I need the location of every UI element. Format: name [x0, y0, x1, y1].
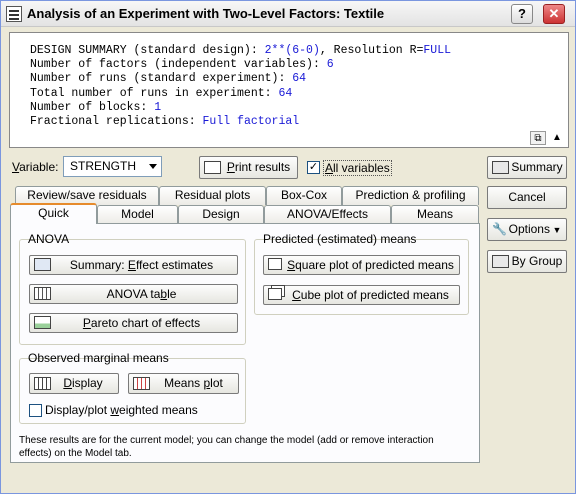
tab-anova-effects[interactable]: ANOVA/Effects: [264, 205, 391, 224]
chevron-down-icon: [149, 164, 157, 169]
dialog-window: Analysis of an Experiment with Two-Level…: [0, 0, 576, 494]
effect-estimates-button[interactable]: Summary: Effect estimates: [29, 255, 238, 275]
all-variables-checkbox[interactable]: ✓: [307, 161, 320, 174]
by-group-button[interactable]: By Group: [487, 250, 567, 273]
display-button[interactable]: Display: [29, 373, 119, 394]
printer-icon: [204, 161, 221, 174]
wrench-icon: 🔧: [492, 222, 507, 236]
anova-group-label: ANOVA: [28, 232, 70, 246]
summary-line-runs: Number of runs (standard experiment): 64: [30, 72, 307, 86]
tab-box-cox[interactable]: Box-Cox: [266, 186, 342, 205]
variable-select[interactable]: STRENGTH: [63, 156, 162, 177]
weighted-means-label: Display/plot weighted means: [45, 403, 198, 417]
help-button[interactable]: ?: [511, 4, 533, 24]
variable-select-value: STRENGTH: [70, 159, 136, 173]
summary-line-blocks: Number of blocks: 1: [30, 100, 162, 114]
table-icon: [34, 377, 51, 390]
copy-icon[interactable]: ⧉: [530, 131, 546, 145]
weighted-means-checkbox[interactable]: [29, 404, 42, 417]
tab-design[interactable]: Design: [178, 205, 264, 224]
means-plot-icon: [133, 377, 150, 390]
summary-line-factors: Number of factors (independent variables…: [30, 58, 334, 72]
pareto-chart-button[interactable]: Pareto chart of effects: [29, 313, 238, 333]
tab-model[interactable]: Model: [97, 205, 178, 224]
title-bar: Analysis of an Experiment with Two-Level…: [1, 1, 575, 27]
square-plot-button[interactable]: Square plot of predicted means: [263, 255, 460, 275]
options-button[interactable]: 🔧 Options ▼: [487, 218, 567, 241]
tab-means[interactable]: Means: [391, 205, 479, 224]
print-results-button[interactable]: Print results: [199, 156, 298, 179]
pareto-chart-icon: [34, 316, 51, 329]
spreadsheet-icon: [34, 258, 51, 271]
cancel-button[interactable]: Cancel: [487, 186, 567, 209]
summary-line-replications: Fractional replications: Full factorial: [30, 115, 300, 129]
summary-line-total-runs: Total number of runs in experiment: 64: [30, 86, 293, 100]
collapse-icon[interactable]: ▲: [549, 131, 565, 145]
tab-quick[interactable]: Quick: [10, 203, 97, 224]
observed-means-group-label: Observed marginal means: [28, 351, 169, 365]
tab-prediction-profiling[interactable]: Prediction & profiling: [342, 186, 479, 205]
close-button[interactable]: ✕: [543, 4, 565, 24]
summary-line-design: DESIGN SUMMARY (standard design): 2**(6-…: [30, 44, 451, 57]
tab-residual-plots[interactable]: Residual plots: [159, 186, 266, 205]
variable-label: Variable:: [12, 160, 59, 174]
design-summary-box: DESIGN SUMMARY (standard design): 2**(6-…: [9, 32, 569, 148]
anova-table-button[interactable]: ANOVA table: [29, 284, 238, 304]
all-variables-label: All variables: [323, 160, 392, 176]
group-icon: [492, 255, 509, 268]
cube-plot-icon: [268, 288, 282, 300]
table-icon: [34, 287, 51, 300]
model-note: These results are for the current model;…: [19, 435, 434, 459]
square-plot-icon: [268, 258, 282, 270]
cube-plot-button[interactable]: Cube plot of predicted means: [263, 285, 460, 305]
window-title: Analysis of an Experiment with Two-Level…: [27, 6, 385, 21]
summary-table-icon: [492, 161, 509, 174]
means-plot-button[interactable]: Means plot: [128, 373, 239, 394]
summary-button[interactable]: Summary: [487, 156, 567, 179]
predicted-means-group-label: Predicted (estimated) means: [263, 232, 417, 246]
tab-row-front: Quick Model Design ANOVA/Effects Means: [10, 203, 480, 224]
app-icon: [6, 6, 22, 22]
